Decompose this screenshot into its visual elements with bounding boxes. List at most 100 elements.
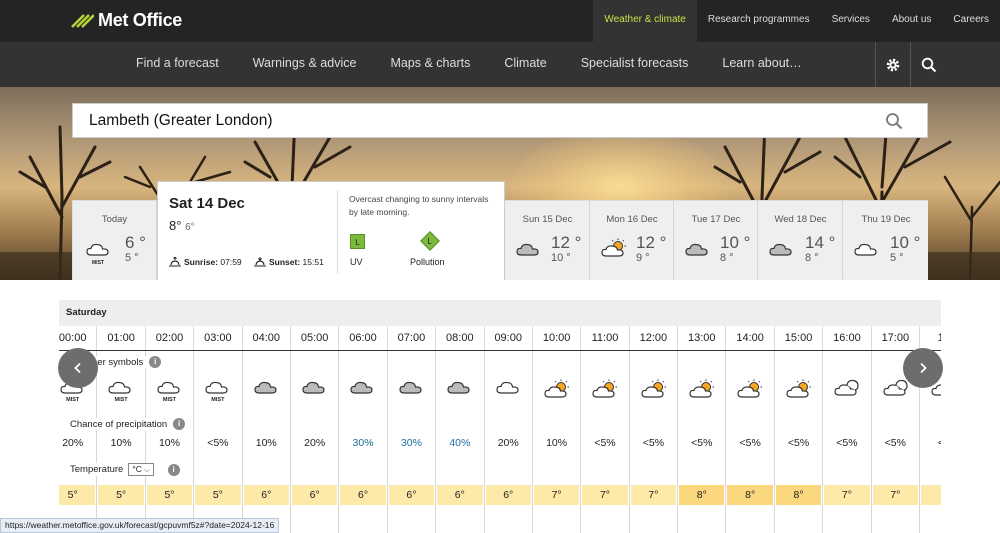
precip-value: 20%: [62, 437, 84, 449]
hour-time: 09:00: [494, 332, 522, 344]
day-low-temp: 5 °: [125, 252, 139, 264]
overcast-cloud-icon: [399, 379, 423, 400]
partly-cloudy-icon: [883, 379, 909, 402]
hour-time: 18: [937, 332, 941, 344]
selected-date: Sat 14 Dec: [169, 195, 245, 212]
nav-warnings[interactable]: Warnings & advice: [236, 42, 374, 87]
hour-time: 01:00: [107, 332, 135, 344]
chevron-down-icon: ⌵: [144, 467, 150, 474]
precip-value: 10%: [110, 437, 132, 449]
card-divider: [337, 190, 338, 274]
info-icon[interactable]: i: [173, 418, 186, 430]
day-high-temp: 10 °: [720, 233, 751, 252]
sunny-intervals-icon: [592, 379, 620, 404]
temp-value: 8°: [775, 485, 822, 505]
topnav-services[interactable]: Services: [821, 0, 881, 42]
hour-time: 08:00: [446, 332, 474, 344]
mist-label: MIST: [114, 397, 128, 403]
nav-specialist[interactable]: Specialist forecasts: [564, 42, 706, 87]
nav-learn-about[interactable]: Learn about…: [705, 42, 818, 87]
day-low-temp: 9 °: [636, 252, 650, 264]
hour-time: 10:00: [542, 332, 571, 344]
hour-time: 15:00: [784, 332, 813, 344]
search-icon: [921, 57, 937, 72]
temperature-unit-select[interactable]: °C ⌵: [128, 463, 154, 476]
precip-value: <5%: [691, 437, 713, 449]
met-office-logo[interactable]: Met Office: [70, 10, 182, 31]
overcast-cloud-icon: [350, 379, 374, 400]
precip-value: <5%: [207, 437, 229, 449]
topnav-research[interactable]: Research programmes: [697, 0, 821, 42]
pollution-badge[interactable]: L: [420, 231, 440, 251]
precip-label: Chance of precipitation: [70, 418, 168, 430]
chevron-left-icon: [74, 362, 81, 374]
uv-badge[interactable]: L: [350, 234, 365, 249]
settings-button[interactable]: [875, 42, 911, 87]
info-icon[interactable]: i: [167, 463, 180, 476]
temp-value: 8°: [727, 485, 773, 505]
day-high-temp: 12 °: [551, 233, 582, 252]
topnav-careers[interactable]: Careers: [942, 0, 1000, 42]
hour-time: 16:00: [833, 332, 861, 344]
day-tab-mon-16[interactable]: Mon 16 Dec 12 ° 9 °: [591, 201, 674, 280]
hourly-columns: 00:00 MIST 20% 5° 01:00 MIST 10% 5° 02:00 MIST 10%…: [59, 326, 941, 533]
sunset-icon: [254, 257, 266, 267]
topnav-weather-climate[interactable]: Weather & climate: [593, 0, 697, 42]
day-tab-today[interactable]: Today MIST 6 ° 5 °: [73, 201, 157, 280]
scroll-right-button[interactable]: [903, 348, 943, 388]
precip-value: 20%: [497, 437, 519, 449]
location-search-box: [72, 103, 928, 138]
hour-column: 16:00 <5% 7°: [822, 326, 870, 533]
time-row-divider: [59, 350, 941, 351]
hour-time: 17:00: [881, 332, 910, 344]
hour-time: 11:00: [591, 332, 619, 344]
day-tab-thu-19[interactable]: Thu 19 Dec 10 ° 5 °: [844, 201, 928, 280]
overcast-cloud-icon: [685, 241, 709, 262]
nav-maps-charts[interactable]: Maps & charts: [373, 42, 487, 87]
partly-cloudy-icon: [834, 379, 860, 402]
hour-time: 14:00: [736, 332, 764, 344]
hour-column: 06:00 30% 6°: [338, 326, 386, 533]
hour-time: 02:00: [155, 332, 184, 344]
day-high-temp: 6 °: [125, 233, 146, 252]
hour-time: 04:00: [252, 332, 281, 344]
search-icon: [886, 113, 903, 130]
hour-column: 09:00 20% 6°: [483, 326, 532, 533]
precip-value: 10%: [255, 437, 277, 449]
topnav-about[interactable]: About us: [881, 0, 942, 42]
hour-column: 08:00 40% 6°: [435, 326, 483, 533]
sunset-time: 15:51: [302, 257, 324, 267]
scroll-left-button[interactable]: [58, 348, 98, 388]
temp-value: 6°: [437, 485, 483, 505]
gear-icon: [886, 58, 900, 71]
sunny-intervals-icon: [689, 379, 717, 404]
day-name: Wed 18 Dec: [774, 214, 827, 225]
sunny-intervals-icon: [786, 379, 814, 404]
info-icon[interactable]: i: [149, 356, 162, 368]
selected-temps: 8° 6°: [169, 218, 195, 233]
top-nav: Weather & climate Research programmes Se…: [593, 0, 1000, 42]
nav-search-button[interactable]: [911, 42, 947, 87]
precip-value: 30%: [400, 437, 422, 449]
precip-value: 10%: [158, 437, 180, 449]
precip-value: <5%: [884, 437, 906, 449]
nav-find-forecast[interactable]: Find a forecast: [119, 42, 236, 87]
day-tab-wed-18[interactable]: Wed 18 Dec 14 ° 8 °: [759, 201, 843, 280]
sunset-label: Sunset:: [269, 257, 301, 267]
temp-value: 5°: [98, 485, 144, 505]
day-tab-tue-17[interactable]: Tue 17 Dec 10 ° 8 °: [675, 201, 758, 280]
mist-label: MIST: [162, 397, 177, 403]
sunny-intervals-icon: [601, 238, 629, 263]
day-name: Thu 19 Dec: [861, 214, 911, 225]
day-low-temp: 8 °: [805, 252, 819, 264]
pollution-label: Pollution: [410, 257, 445, 267]
location-search-button[interactable]: [885, 112, 903, 135]
temp-value: 5°: [59, 485, 96, 505]
day-tab-sun-15[interactable]: Sun 15 Dec 12 ° 10 °: [506, 201, 590, 280]
nav-climate[interactable]: Climate: [487, 42, 563, 87]
location-search-input[interactable]: [89, 104, 869, 137]
temp-value: 7°: [533, 485, 580, 505]
sunset: Sunset: 15:51: [254, 257, 324, 267]
day-low-temp: 5 °: [890, 252, 904, 264]
hour-time: 05:00: [300, 332, 329, 344]
